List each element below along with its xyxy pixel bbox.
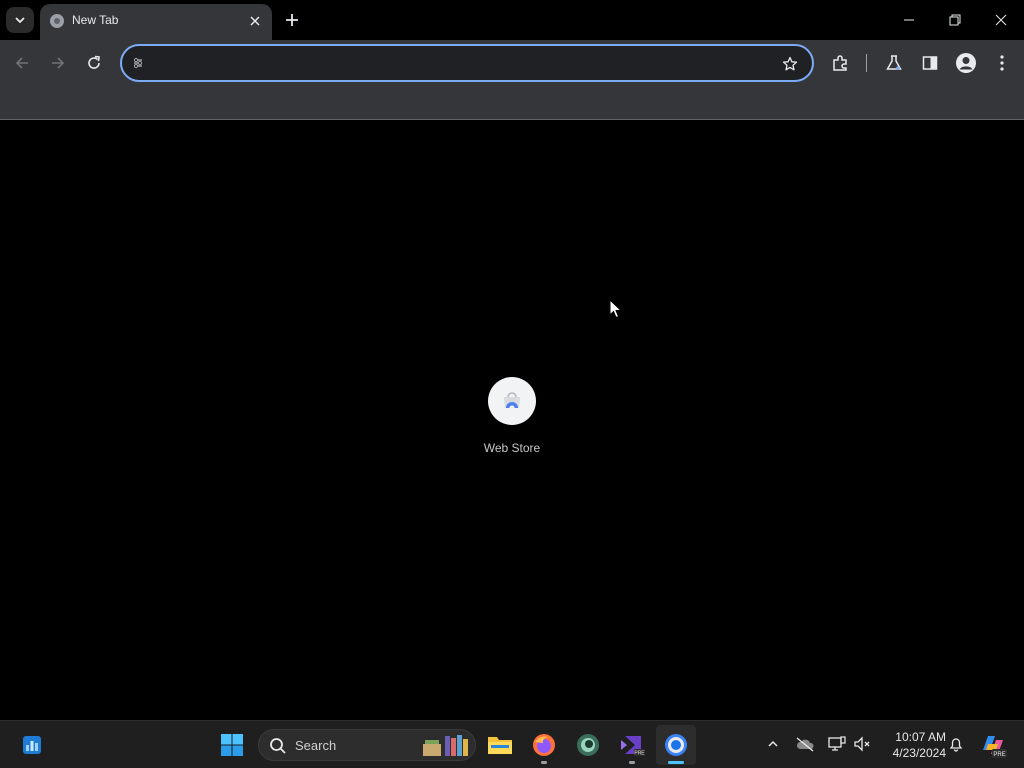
taskbar-app-visual-studio[interactable]: PRE bbox=[612, 725, 652, 765]
reload-icon bbox=[88, 55, 100, 69]
bell-icon bbox=[949, 738, 963, 752]
volume-button[interactable] bbox=[851, 733, 873, 755]
chrome-icon bbox=[665, 734, 687, 756]
side-panel-icon bbox=[922, 56, 938, 70]
extensions-button[interactable] bbox=[828, 51, 852, 75]
shortcut-label: Web Store bbox=[483, 441, 541, 455]
arrow-left-icon bbox=[15, 57, 28, 69]
widgets-icon bbox=[23, 736, 41, 754]
copilot-preview-icon[interactable]: PRE bbox=[978, 730, 1008, 760]
file-explorer-icon bbox=[488, 737, 512, 754]
web-store-tile bbox=[488, 377, 536, 425]
restore-icon bbox=[949, 14, 961, 26]
taskbar-app-firefox[interactable] bbox=[524, 725, 564, 765]
forward-button[interactable] bbox=[44, 49, 72, 77]
address-bar[interactable] bbox=[120, 44, 814, 82]
network-button[interactable] bbox=[826, 733, 848, 755]
notifications-button[interactable] bbox=[945, 733, 967, 755]
avatar-icon bbox=[956, 53, 976, 73]
taskbar-search[interactable]: Search bbox=[258, 729, 476, 761]
windows-start-icon bbox=[221, 734, 243, 756]
new-tab-favicon-icon bbox=[50, 14, 64, 28]
arrow-right-icon bbox=[52, 57, 65, 69]
running-indicator bbox=[668, 761, 684, 764]
svg-text:PRE: PRE bbox=[993, 752, 1005, 758]
profile-button[interactable] bbox=[954, 51, 978, 75]
widgets-button[interactable] bbox=[12, 725, 52, 765]
edge-canary-icon bbox=[577, 734, 599, 756]
taskbar-app-edge[interactable] bbox=[568, 725, 608, 765]
tab-title: New Tab bbox=[72, 13, 119, 27]
puzzle-icon bbox=[833, 55, 847, 71]
bookmark-star-button[interactable] bbox=[780, 54, 800, 74]
taskbar-app-chrome[interactable] bbox=[656, 725, 696, 765]
search-label: Search bbox=[295, 738, 337, 753]
new-tab-button[interactable] bbox=[280, 8, 304, 32]
clock-date: 4/23/2024 bbox=[892, 746, 946, 760]
visual-studio-preview-icon: PRE bbox=[621, 736, 645, 757]
volume-muted-icon bbox=[854, 736, 870, 752]
chrome-labs-button[interactable] bbox=[882, 51, 906, 75]
network-icon bbox=[828, 736, 846, 751]
tab-search-button[interactable] bbox=[6, 7, 34, 33]
mouse-cursor-icon bbox=[609, 299, 623, 319]
clock-time: 10:07 AM bbox=[895, 730, 946, 744]
chevron-down-icon bbox=[15, 17, 25, 24]
chevron-up-icon bbox=[768, 740, 778, 747]
flask-icon bbox=[886, 55, 902, 70]
back-button[interactable] bbox=[8, 49, 36, 77]
side-panel-button[interactable] bbox=[918, 51, 942, 75]
address-input[interactable] bbox=[152, 52, 772, 74]
show-hidden-icons-button[interactable] bbox=[762, 733, 784, 755]
svg-text:PRE: PRE bbox=[634, 751, 645, 757]
browser-toolbar bbox=[0, 40, 1024, 86]
cloud-off-icon bbox=[796, 737, 814, 752]
menu-button[interactable] bbox=[990, 51, 1014, 75]
shortcut-web-store[interactable]: Web Store bbox=[472, 377, 552, 467]
running-indicator bbox=[629, 761, 635, 764]
new-tab-page: Web Store bbox=[0, 121, 1024, 719]
star-icon bbox=[782, 56, 798, 71]
search-icon bbox=[270, 738, 286, 754]
reload-button[interactable] bbox=[80, 49, 108, 77]
search-highlight-icon bbox=[423, 735, 468, 756]
close-icon bbox=[250, 16, 260, 26]
system-clock[interactable]: 10:07 AM 4/23/2024 bbox=[880, 729, 946, 761]
start-button[interactable] bbox=[212, 725, 252, 765]
firefox-icon bbox=[533, 734, 555, 756]
site-info-icon bbox=[133, 57, 143, 69]
taskbar-app-file-explorer[interactable] bbox=[480, 725, 520, 765]
close-icon bbox=[995, 14, 1007, 26]
taskbar: Search PRE 10:07 AM 4/23/2024 PRE bbox=[0, 720, 1024, 768]
onedrive-button[interactable] bbox=[794, 733, 816, 755]
title-bar: New Tab bbox=[0, 0, 1024, 40]
more-vertical-icon bbox=[1000, 55, 1004, 71]
plus-icon bbox=[286, 14, 298, 26]
minimize-icon bbox=[904, 19, 914, 21]
tab-close-button[interactable] bbox=[246, 12, 264, 30]
bookmarks-bar bbox=[0, 86, 1024, 120]
close-window-button[interactable] bbox=[978, 0, 1024, 40]
restore-button[interactable] bbox=[932, 0, 978, 40]
running-indicator bbox=[541, 761, 547, 764]
tab-new-tab[interactable]: New Tab bbox=[40, 4, 272, 40]
minimize-button[interactable] bbox=[886, 0, 932, 40]
web-store-icon bbox=[504, 392, 520, 411]
toolbar-separator bbox=[866, 54, 867, 72]
